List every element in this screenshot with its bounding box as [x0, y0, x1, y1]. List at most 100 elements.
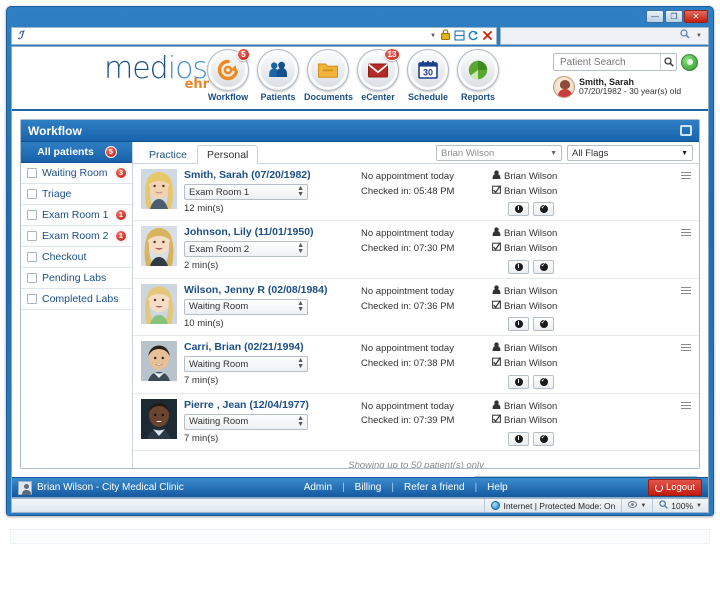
- row-menu-icon[interactable]: [681, 229, 691, 238]
- room-value: Waiting Room: [189, 359, 248, 370]
- tab-practice[interactable]: Practice: [139, 145, 197, 164]
- chevron-down-icon[interactable]: ▼: [696, 503, 702, 509]
- patient-name[interactable]: Smith, Sarah (07/20/1982): [184, 169, 354, 181]
- footer-link-billing[interactable]: Billing: [355, 482, 382, 493]
- sidebar-item-waiting-room[interactable]: Waiting Room 3: [21, 163, 132, 184]
- nav-item-documents[interactable]: Documents: [304, 49, 352, 102]
- checkbox-pending-labs[interactable]: [27, 273, 37, 283]
- nav-item-reports[interactable]: Reports: [454, 49, 502, 102]
- provider-name: Brian Wilson: [504, 285, 557, 300]
- list-filters: Brian Wilson ▼ All Flags ▼: [436, 145, 693, 163]
- row-menu-icon[interactable]: [681, 287, 691, 296]
- sidebar-item-checkout[interactable]: Checkout: [21, 247, 132, 268]
- complete-button[interactable]: [533, 375, 554, 389]
- room-select[interactable]: Waiting Room ▲▼: [184, 299, 308, 315]
- checkbox-completed-labs[interactable]: [27, 294, 37, 304]
- sidebar-item-exam-room-1[interactable]: Exam Room 1 1: [21, 205, 132, 226]
- patient-name[interactable]: Carri, Brian (02/21/1994): [184, 341, 354, 353]
- patient-name[interactable]: Johnson, Lily (11/01/1950): [184, 226, 354, 238]
- complete-button[interactable]: [533, 317, 554, 331]
- patient-name[interactable]: Pierre , Jean (12/04/1977): [184, 399, 354, 411]
- sidebar-item-completed-labs[interactable]: Completed Labs: [21, 289, 132, 310]
- footer-link-help[interactable]: Help: [487, 482, 508, 493]
- address-bar[interactable]: ℐ ▼: [11, 27, 497, 45]
- patient-name[interactable]: Wilson, Jenny R (02/08/1984): [184, 284, 354, 296]
- room-select[interactable]: Waiting Room ▲▼: [184, 414, 308, 430]
- chevron-down-icon[interactable]: ▼: [640, 503, 646, 509]
- info-button[interactable]: [508, 260, 529, 274]
- room-select[interactable]: Exam Room 2 ▲▼: [184, 241, 308, 257]
- complete-button[interactable]: [533, 432, 554, 446]
- flag-filter-select[interactable]: All Flags ▼: [567, 145, 693, 161]
- stepper-icon[interactable]: ▲▼: [297, 186, 304, 198]
- lock-icon: [439, 29, 452, 43]
- row-menu-icon[interactable]: [681, 344, 691, 353]
- provider-filter-select[interactable]: Brian Wilson ▼: [436, 145, 562, 161]
- patient-search-field[interactable]: [553, 53, 677, 71]
- stepper-icon[interactable]: ▲▼: [297, 358, 304, 370]
- checkbox-waiting-room[interactable]: [27, 168, 37, 178]
- row-actions: [508, 317, 693, 331]
- minimize-button[interactable]: —: [646, 10, 664, 23]
- nav-item-workflow[interactable]: 5 Workflow: [204, 49, 252, 102]
- stepper-icon[interactable]: ▲▼: [297, 301, 304, 313]
- privacy-cell[interactable]: ▼: [621, 499, 652, 512]
- zoom-level: 100%: [671, 501, 693, 511]
- security-zone[interactable]: Internet | Protected Mode: On: [484, 499, 622, 512]
- checkbox-checkout[interactable]: [27, 252, 37, 262]
- refresh-icon[interactable]: [466, 28, 480, 43]
- expand-icon[interactable]: [680, 125, 692, 136]
- app-logo[interactable]: mediosehr: [104, 51, 207, 86]
- compatibility-view-icon[interactable]: [452, 28, 466, 43]
- patient-search-icon[interactable]: [660, 54, 676, 70]
- checkbox-exam-room-2[interactable]: [27, 231, 37, 241]
- footer-link-refer-a-friend[interactable]: Refer a friend: [404, 482, 465, 493]
- provider-info: Brian Wilson Brian Wilson: [492, 341, 693, 388]
- current-patient-card[interactable]: Smith, Sarah 07/20/1982 - 30 year(s) old: [553, 76, 698, 98]
- table-row[interactable]: Wilson, Jenny R (02/08/1984) Waiting Roo…: [133, 279, 699, 336]
- info-button[interactable]: [508, 317, 529, 331]
- footer-link-admin[interactable]: Admin: [304, 482, 332, 493]
- table-row[interactable]: Carri, Brian (02/21/1994) Waiting Room ▲…: [133, 336, 699, 393]
- go-button[interactable]: [681, 54, 698, 71]
- search-provider-chevron-icon[interactable]: ▼: [693, 33, 705, 39]
- browser-search-box[interactable]: ▼: [500, 27, 709, 45]
- info-button[interactable]: [508, 202, 529, 216]
- row-menu-icon[interactable]: [681, 402, 691, 411]
- logout-button[interactable]: Logout: [648, 479, 702, 496]
- schedule-icon: 30: [407, 49, 449, 91]
- row-menu-icon[interactable]: [681, 172, 691, 181]
- nav-item-ecenter[interactable]: 13 eCenter: [354, 49, 402, 102]
- sidebar-item-exam-room-2[interactable]: Exam Room 2 1: [21, 226, 132, 247]
- complete-button[interactable]: [533, 260, 554, 274]
- maximize-button[interactable]: ❐: [665, 10, 683, 23]
- stepper-icon[interactable]: ▲▼: [297, 243, 304, 255]
- checkbox-exam-room-1[interactable]: [27, 210, 37, 220]
- patient-search-input[interactable]: [558, 56, 660, 69]
- close-button[interactable]: ✕: [684, 10, 708, 23]
- room-select[interactable]: Exam Room 1 ▲▼: [184, 184, 308, 200]
- sidebar-item-triage[interactable]: Triage: [21, 184, 132, 205]
- nav-item-schedule[interactable]: 30 Schedule: [404, 49, 452, 102]
- checkbox-triage[interactable]: [27, 189, 37, 199]
- assigned-name: Brian Wilson: [504, 357, 557, 372]
- patient-identity: Carri, Brian (02/21/1994) Waiting Room ▲…: [184, 341, 354, 388]
- table-row[interactable]: Pierre , Jean (12/04/1977) Waiting Room …: [133, 394, 699, 451]
- nav-item-patients[interactable]: Patients: [254, 49, 302, 102]
- table-row[interactable]: Smith, Sarah (07/20/1982) Exam Room 1 ▲▼…: [133, 164, 699, 221]
- sidebar-item-all-patients[interactable]: All patients 5: [21, 142, 132, 163]
- search-icon: [680, 29, 690, 42]
- sidebar-item-pending-labs[interactable]: Pending Labs: [21, 268, 132, 289]
- appointment-info: No appointment today Checked in: 07:38 P…: [361, 341, 485, 388]
- main-navigation: 5 Workflow Patients: [204, 49, 502, 102]
- stepper-icon[interactable]: ▲▼: [297, 416, 304, 428]
- tab-personal[interactable]: Personal: [197, 145, 258, 164]
- table-row[interactable]: Johnson, Lily (11/01/1950) Exam Room 2 ▲…: [133, 221, 699, 278]
- info-button[interactable]: [508, 432, 529, 446]
- info-button[interactable]: [508, 375, 529, 389]
- room-select[interactable]: Waiting Room ▲▼: [184, 356, 308, 372]
- stop-icon[interactable]: [480, 28, 494, 43]
- chevron-down-icon[interactable]: ▼: [427, 33, 439, 39]
- zoom-cell[interactable]: 100% ▼: [652, 499, 708, 512]
- complete-button[interactable]: [533, 202, 554, 216]
